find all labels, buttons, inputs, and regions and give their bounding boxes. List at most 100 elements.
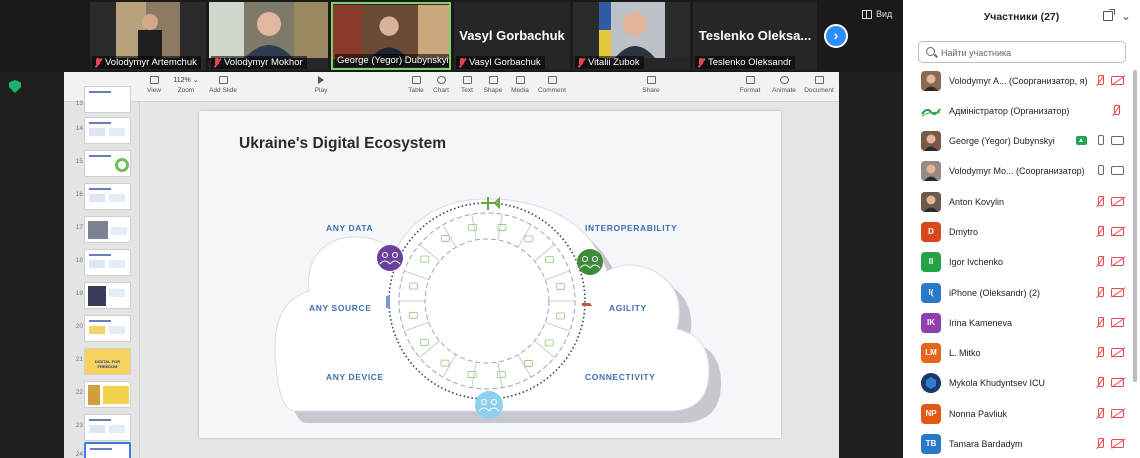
slide-thumbnail[interactable]: 23 xyxy=(64,413,140,441)
slide-thumbnail[interactable]: 20 xyxy=(64,314,140,342)
slide-thumbnail-selected[interactable]: 24 xyxy=(64,438,140,458)
video-tile-active-speaker[interactable]: George (Yegor) Dubynskyi xyxy=(331,2,451,70)
participant-row[interactable]: NP Nonna Pavliuk xyxy=(903,400,1140,430)
people-node-icon xyxy=(377,245,403,271)
microphone-muted-icon[interactable] xyxy=(1111,105,1121,117)
slide-thumbnail[interactable]: 13 xyxy=(64,86,140,113)
format-tool[interactable]: Format xyxy=(737,76,763,94)
slide-number: 16 xyxy=(75,191,83,198)
thumb-line xyxy=(89,122,111,124)
add-slide-tool[interactable]: Add Slide xyxy=(208,76,238,94)
tool-label: Zoom xyxy=(177,87,195,94)
slide-canvas: Ukraine's Digital Ecosystem ANY DATA INT… xyxy=(141,102,839,458)
popout-icon[interactable] xyxy=(1103,9,1115,21)
animate-icon xyxy=(779,76,789,84)
avatar-initials: LM xyxy=(925,348,937,357)
participant-row[interactable]: Volodymyr A... (Соорганизатор, я) xyxy=(903,67,1140,97)
participant-name: Vitalii Zubok xyxy=(588,57,640,68)
participant-name: Anton Kovylin xyxy=(949,197,1005,207)
share-tool[interactable]: Share xyxy=(640,76,662,94)
microphone-muted-icon[interactable] xyxy=(1095,75,1105,87)
microphone-muted-icon[interactable] xyxy=(1095,408,1105,420)
slide-thumbnail[interactable]: 14 xyxy=(64,116,140,144)
camera-icon[interactable] xyxy=(1111,136,1124,145)
camera-icon[interactable] xyxy=(1111,166,1124,175)
microphone-muted-icon[interactable] xyxy=(1095,196,1105,208)
participant-search-input[interactable] xyxy=(941,45,1121,60)
participant-row[interactable]: IK Irina Kameneva xyxy=(903,309,1140,339)
tool-label: Text xyxy=(461,87,473,94)
current-slide[interactable]: Ukraine's Digital Ecosystem ANY DATA INT… xyxy=(199,111,781,438)
camera-off-icon[interactable] xyxy=(1111,197,1124,206)
thumb-block xyxy=(109,260,125,268)
text-tool[interactable]: Text xyxy=(457,76,477,94)
camera-off-icon[interactable] xyxy=(1111,348,1124,357)
participant-row[interactable]: II Igor Ivchenko xyxy=(903,248,1140,278)
participant-name: Vasyl Gorbachuk xyxy=(469,57,541,68)
comment-tool[interactable]: Comment xyxy=(536,76,568,94)
close-icon[interactable]: ⌄ xyxy=(1121,10,1131,22)
table-tool[interactable]: Table xyxy=(406,76,426,94)
microphone-muted-icon[interactable] xyxy=(1095,347,1105,359)
avatar: TB xyxy=(921,434,941,454)
avatar: II xyxy=(921,252,941,272)
participant-row[interactable]: LM L. Mitko xyxy=(903,339,1140,369)
camera-off-icon[interactable] xyxy=(1111,409,1124,418)
camera-off-icon[interactable] xyxy=(1111,318,1124,327)
camera-off-icon[interactable] xyxy=(1111,288,1124,297)
participant-row[interactable]: George (Yegor) Dubynskyi xyxy=(903,127,1140,157)
next-page-button[interactable]: › xyxy=(824,24,848,48)
slide-thumbnail[interactable]: 17 xyxy=(64,215,140,243)
animate-tool[interactable]: Animate xyxy=(770,76,798,94)
participant-row[interactable]: Mykola Khudyntsev ICU xyxy=(903,369,1140,399)
slide-thumbnail[interactable]: 16 xyxy=(64,182,140,210)
participant-row[interactable]: TB Tamara Bardadym xyxy=(903,430,1140,458)
microphone-muted-icon[interactable] xyxy=(1095,256,1105,268)
participant-row[interactable]: Anton Kovylin xyxy=(903,188,1140,218)
slide-thumbnail-image xyxy=(84,282,131,309)
shield-icon[interactable] xyxy=(9,80,21,93)
participant-video xyxy=(333,4,449,60)
video-tile[interactable]: Volodymyr Mokhor xyxy=(209,2,328,70)
microphone-icon[interactable] xyxy=(1095,135,1105,147)
microphone-muted-icon[interactable] xyxy=(1095,438,1105,450)
document-icon xyxy=(814,76,824,84)
slide-thumbnail[interactable]: 22 xyxy=(64,380,140,408)
shape-tool[interactable]: Shape xyxy=(482,76,504,94)
camera-off-icon[interactable] xyxy=(1111,378,1124,387)
thumb-line xyxy=(89,91,111,93)
microphone-muted-icon[interactable] xyxy=(1095,377,1105,389)
participant-row[interactable]: Адміністратор (Организатор) xyxy=(903,97,1140,127)
avatar xyxy=(921,192,941,212)
avatar xyxy=(921,131,941,151)
label-interoperability: INTEROPERABILITY xyxy=(585,223,678,233)
microphone-icon[interactable] xyxy=(1095,165,1105,177)
video-tile[interactable]: Volodymyr Artemchuk xyxy=(90,2,206,70)
scrollbar[interactable] xyxy=(1133,70,1137,382)
microphone-muted-icon[interactable] xyxy=(1095,226,1105,238)
participant-row[interactable]: Volodymyr Mo... (Соорганизатор) xyxy=(903,157,1140,187)
video-tile[interactable]: Vasyl Gorbachuk Vasyl Gorbachuk xyxy=(454,2,570,70)
microphone-muted-icon[interactable] xyxy=(1095,287,1105,299)
document-tool[interactable]: Document xyxy=(802,76,836,94)
slide-thumbnail[interactable]: 15 xyxy=(64,149,140,177)
participant-row[interactable]: D Dmytro xyxy=(903,218,1140,248)
video-tile[interactable]: Teslenko Oleksa... Teslenko Oleksandr xyxy=(693,2,817,70)
camera-off-icon[interactable] xyxy=(1111,439,1124,448)
microphone-muted-icon[interactable] xyxy=(1095,317,1105,329)
media-tool[interactable]: Media xyxy=(509,76,531,94)
view-button[interactable]: Вид xyxy=(862,9,892,19)
chart-tool[interactable]: Chart xyxy=(431,76,451,94)
slide-thumbnail[interactable]: 21 DIGITAL FOR FREEDOM xyxy=(64,347,140,375)
zoom-tool[interactable]: 112% ⌄ Zoom xyxy=(172,76,200,94)
camera-off-icon[interactable] xyxy=(1111,76,1124,85)
play-tool[interactable]: Play xyxy=(310,76,332,94)
camera-off-icon[interactable] xyxy=(1111,227,1124,236)
participant-row[interactable]: I(iPhone (Oleksandr) (2) xyxy=(903,279,1140,309)
view-tool[interactable]: View xyxy=(144,76,164,94)
camera-off-icon[interactable] xyxy=(1111,257,1124,266)
slide-number: 24 xyxy=(75,451,83,458)
slide-thumbnail[interactable]: 19 xyxy=(64,281,140,309)
slide-thumbnail[interactable]: 18 xyxy=(64,248,140,276)
video-tile[interactable]: Vitalii Zubok xyxy=(573,2,690,70)
